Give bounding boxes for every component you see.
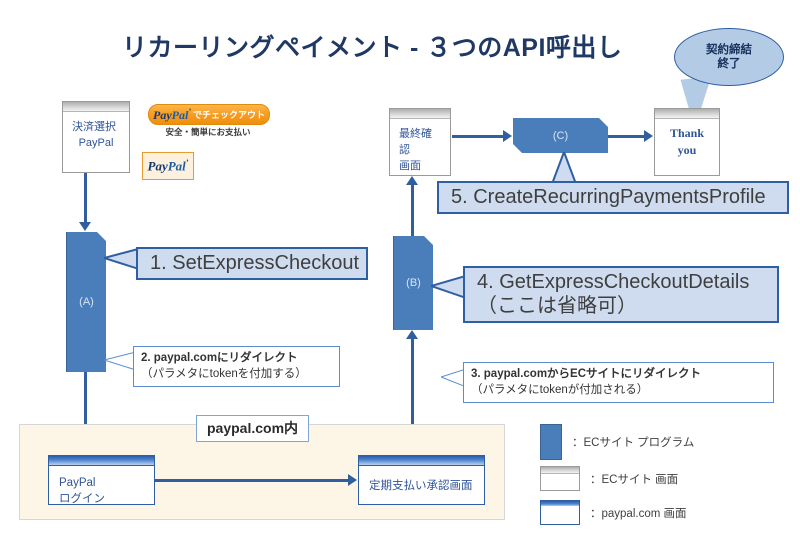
note-step2-line1: 2. paypal.comにリダイレクト: [141, 352, 298, 364]
legend-swatch-pp-screen: [540, 500, 580, 525]
arrow-line-select-to-a: [84, 173, 87, 223]
callout-step1: 1. SetExpressCheckout: [136, 247, 368, 280]
diagram-canvas: リカーリングペイメント - ３つのAPI呼出し 契約締結 終了 決済選択 Pay…: [0, 0, 800, 535]
titlebar: [390, 109, 450, 119]
callout-step4: 4. GetExpressCheckoutDetails （ここは省略可）: [463, 266, 779, 323]
speech-bubble-line2: 終了: [717, 58, 741, 70]
note-step3-line2: （パラメタにtokenが付加される）: [471, 383, 649, 396]
note-step2: 2. paypal.comにリダイレクト （パラメタにtokenを付加する）: [133, 346, 340, 388]
callout-step4-line2: （ここは省略可）: [477, 294, 637, 317]
titlebar: [359, 456, 484, 466]
callout-step5-text: 5. CreateRecurringPaymentsProfile: [451, 185, 766, 208]
screen-thank-you: Thank you: [654, 108, 720, 176]
process-label-a: (A): [79, 296, 94, 308]
legend-label-process: ：ECサイト プログラム: [572, 437, 695, 449]
legend-label-ec-screen: ：ECサイト 画面: [590, 473, 679, 486]
arrow-line-b-to-confirm: [411, 182, 414, 236]
speech-bubble-contract-complete: 契約締結 終了: [674, 28, 784, 86]
titlebar: [541, 501, 579, 506]
legend-swatch-ec-screen: [540, 466, 580, 491]
arrow-head-approval-to-b: [406, 330, 418, 339]
screen-body: PayPal ログイン: [49, 466, 154, 507]
screen-line2: 画面: [399, 159, 421, 172]
screen-line1: 決済選択: [72, 121, 116, 133]
process-label-b: (B): [406, 277, 421, 289]
arrow-line-login-to-approval: [155, 479, 351, 482]
arrow-head-c-to-thanks: [644, 130, 653, 142]
process-box-a: (A): [66, 232, 106, 372]
titlebar: [541, 467, 579, 474]
note-step3-line1: 3. paypal.comからECサイトにリダイレクト: [471, 368, 702, 380]
paypal-domain-label: paypal.com内: [196, 415, 310, 442]
process-box-c: (C): [513, 118, 608, 153]
legend-item-ec-screen: ：ECサイト 画面: [540, 466, 678, 491]
speech-bubble-line1: 契約締結: [706, 43, 752, 56]
leader-step2: [104, 352, 136, 371]
screen-body: 定期支払い承認画面: [359, 466, 484, 495]
legend-swatch-process-box: [540, 424, 562, 460]
process-label-c: (C): [552, 129, 569, 142]
paypal-checkout-button[interactable]: PayPal’ でチェックアウト: [148, 104, 270, 125]
arrow-line-confirm-to-c: [452, 135, 505, 138]
process-box-b: (B): [393, 236, 433, 330]
titlebar: [655, 109, 719, 119]
screen-line2: PayPal: [78, 136, 114, 149]
screen-paypal-login: PayPal ログイン: [48, 455, 155, 505]
legend-label-pp-screen: ：paypal.com 画面: [590, 507, 687, 520]
callout-step5: 5. CreateRecurringPaymentsProfile: [437, 181, 789, 214]
leader-step5: [550, 152, 578, 184]
titlebar: [63, 102, 129, 112]
screen-line2: ログイン: [59, 492, 105, 505]
paypal-wordmark: PayPal’: [152, 106, 191, 122]
arrow-head-login-to-approval: [348, 474, 357, 486]
screen-final-confirm: 最終確認 画面: [389, 108, 451, 176]
paypal-button-subtitle: 安全・簡単にお支払い: [165, 127, 251, 137]
screen-line1: PayPal: [59, 477, 96, 489]
arrow-head-select-to-a: [79, 222, 91, 231]
legend-item-process: ：ECサイト プログラム: [540, 424, 694, 460]
screen-body: 決済選択 PayPal: [63, 112, 129, 152]
page-title: リカーリングペイメント - ３つのAPI呼出し: [122, 34, 623, 62]
callout-step4-line1: 4. GetExpressCheckoutDetails: [477, 270, 750, 293]
screen-approval-label: 定期支払い承認画面: [369, 480, 473, 492]
note-step3: 3. paypal.comからECサイトにリダイレクト （パラメタにtokenが…: [463, 362, 774, 404]
arrow-line-c-to-thanks: [608, 135, 648, 138]
callout-step1-text: 1. SetExpressCheckout: [150, 251, 359, 274]
screen-line1: 最終確認: [399, 128, 432, 156]
screen-body: Thank you: [655, 119, 719, 160]
paypal-wordmark: PayPal’: [147, 157, 189, 174]
screen-payment-select: 決済選択 PayPal: [62, 101, 130, 173]
note-step2-line2: （パラメタにtokenを付加する）: [141, 367, 307, 380]
titlebar: [49, 456, 154, 466]
screen-body: 最終確認 画面: [390, 119, 450, 175]
paypal-button-label: でチェックアウト: [192, 110, 265, 120]
arrow-head-b-to-confirm: [406, 176, 418, 185]
screen-recurring-approval: 定期支払い承認画面: [358, 455, 485, 505]
arrow-head-confirm-to-c: [503, 130, 512, 142]
callout-step4-body: 4. GetExpressCheckoutDetails （ここは省略可）: [465, 271, 777, 318]
legend-item-pp-screen: ：paypal.com 画面: [540, 500, 687, 525]
paypal-logo-box: PayPal’: [142, 152, 194, 180]
screen-thank-you-label: Thank you: [669, 126, 705, 158]
